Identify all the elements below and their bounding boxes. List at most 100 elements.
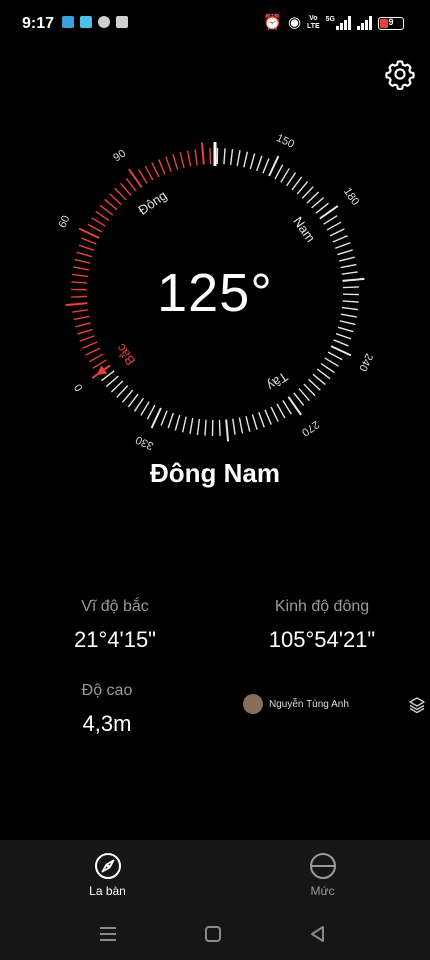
battery-icon: 9 [378, 16, 404, 30]
compass-tick [92, 359, 107, 369]
status-bar: 9:17 ⏰ ◉ Vo LTE 5G 9 [0, 0, 430, 48]
gear-icon [385, 60, 415, 91]
degree-label: 270 [299, 418, 321, 438]
compass-tick [133, 397, 145, 412]
compass-tick [303, 383, 316, 397]
compass-tick [238, 417, 244, 434]
tab-level-label: Mức [310, 884, 335, 898]
compass-tick [172, 154, 179, 170]
menu-button[interactable] [96, 924, 120, 944]
compass-icon [94, 853, 121, 879]
compass-tick [268, 155, 280, 177]
compass-tick [298, 388, 311, 402]
compass-tick [99, 204, 114, 216]
tab-compass-label: La bàn [89, 884, 126, 898]
compass-tick [144, 165, 154, 181]
tab-level[interactable]: Mức [215, 840, 430, 910]
compass-tick [311, 196, 325, 209]
cardinal-label-east: Đông [135, 188, 169, 218]
compass-tick [104, 198, 118, 211]
compass-tick [291, 176, 303, 191]
compass-tick [251, 414, 258, 430]
compass-tick [320, 362, 335, 374]
compass-tick [296, 181, 309, 195]
compass-tick [315, 202, 329, 214]
cardinal-label-north: Bắc [113, 341, 138, 368]
compass-tick [121, 389, 134, 403]
compass-tick [329, 228, 345, 237]
degree-label: 60 [56, 214, 72, 230]
compass-tick [110, 380, 124, 393]
notification-icon [98, 16, 110, 28]
latitude-label: Vĩ độ bắc [81, 598, 149, 615]
compass-tick [82, 341, 98, 349]
home-icon [205, 926, 221, 942]
compass-tick [249, 153, 256, 170]
compass-tick [280, 168, 290, 183]
altitude-value: 4,3m [82, 711, 132, 736]
compass-tick [160, 410, 168, 426]
compass-tick [326, 221, 342, 231]
compass-tick [186, 150, 192, 167]
compass-tick [337, 249, 353, 256]
back-icon [311, 926, 324, 942]
notification-icon [116, 16, 128, 28]
compass-tick [229, 148, 234, 166]
level-icon [309, 853, 336, 879]
compass-tick [158, 159, 166, 175]
tab-compass[interactable]: La bàn [0, 840, 215, 910]
compass-tick [105, 375, 119, 388]
compass-tick [194, 149, 198, 166]
watermark-name: Nguyễn Tùng Anh [269, 698, 349, 710]
compass-tick [323, 215, 338, 225]
settings-button[interactable] [384, 58, 416, 91]
compass-tick [174, 414, 181, 431]
compass-tick [236, 150, 241, 167]
battery-level: 9 [388, 16, 394, 27]
compass-tick [88, 353, 104, 363]
compass-tick [312, 373, 326, 386]
cardinal-label-west: Tây [264, 369, 291, 394]
cardinal-label-south: Nam [290, 214, 318, 245]
notification-icon [80, 16, 92, 28]
compass-tick [324, 357, 339, 367]
compass-tick [179, 152, 185, 168]
compass-tick [79, 335, 95, 342]
degree-label: 330 [134, 433, 156, 452]
degree-label: 300 [220, 451, 239, 452]
compass-tick [181, 416, 187, 433]
compass-tick [293, 392, 305, 406]
degree-label: 150 [274, 132, 296, 151]
direction-name: Đông Nam [150, 458, 280, 488]
compass-tick [327, 351, 343, 361]
compass-tick [204, 419, 207, 436]
network-label: 5G [325, 16, 335, 23]
signal-5g: 5G [326, 16, 351, 30]
compass-tick [243, 151, 249, 168]
compass-app-screen: 9:17 ⏰ ◉ Vo LTE 5G 9 0 60 90 150 180 240… [0, 0, 430, 960]
alarm-icon: ⏰ [263, 14, 282, 31]
back-button[interactable] [306, 924, 330, 944]
notification-icons [62, 16, 128, 28]
menu-icon [100, 927, 116, 941]
altitude-label: Độ cao [81, 682, 133, 699]
compass-tick [146, 404, 156, 420]
longitude-value: 105°54'21" [268, 627, 376, 652]
compass-tick [276, 403, 286, 419]
compass-tick [196, 418, 201, 436]
compass-tick [333, 339, 349, 347]
compass-tick [81, 237, 97, 245]
compass-tick [119, 182, 132, 196]
longitude-label: Kinh độ đông [274, 598, 370, 615]
compass-tick [91, 217, 106, 227]
layers-icon [409, 697, 425, 714]
home-button[interactable] [201, 924, 225, 944]
compass-tick [335, 333, 352, 340]
compass-tick [274, 164, 284, 180]
signal-icon [357, 16, 372, 30]
degree-label: 240 [356, 351, 375, 373]
degree-label: 90 [111, 148, 128, 165]
compass-tick [258, 412, 265, 428]
compass-tick [308, 378, 321, 391]
notification-icon [62, 16, 74, 28]
